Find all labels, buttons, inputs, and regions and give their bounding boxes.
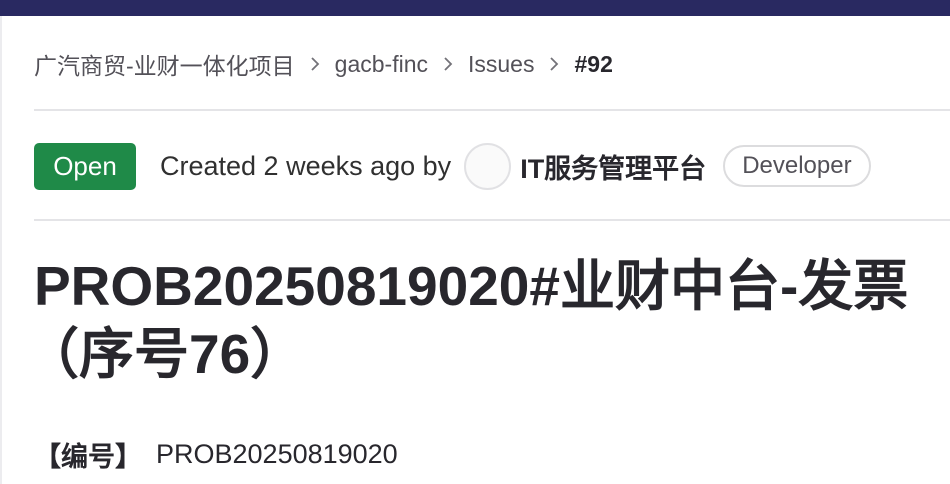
breadcrumb-issues-link[interactable]: Issues [468, 51, 534, 78]
divider [34, 109, 950, 111]
divider [34, 219, 950, 221]
breadcrumb-repo-link[interactable]: gacb-finc [335, 51, 428, 78]
status-badge: Open [34, 142, 136, 190]
top-navigation-bar [0, 0, 950, 16]
breadcrumb-issue-number[interactable]: #92 [574, 51, 612, 78]
left-edge-border [0, 16, 2, 484]
breadcrumb: 广汽商贸-业财一体化项目 gacb-finc Issues #92 [34, 46, 613, 82]
breadcrumb-project-link[interactable]: 广汽商贸-业财一体化项目 [34, 47, 295, 81]
created-text: Created 2 weeks ago by [160, 150, 452, 181]
author-avatar[interactable] [464, 142, 512, 190]
chevron-right-icon [295, 54, 335, 74]
issue-meta: Open Created 2 weeks ago by IT服务管理平台 Dev… [34, 142, 871, 190]
chevron-right-icon [534, 54, 574, 74]
author-link[interactable]: IT服务管理平台 [520, 147, 706, 186]
issue-title: PROB20250819020#业财中台-发票 （序号76） [24, 252, 950, 388]
issue-title-line: PROB20250819020#业财中台-发票 [34, 255, 909, 317]
field-label: 【编号】 [34, 441, 142, 472]
field-value: PROB20250819020 [156, 438, 398, 469]
description-field: 【编号】 PROB20250819020 [34, 432, 398, 476]
issue-title-line: （序号76） [24, 323, 306, 385]
role-badge: Developer [723, 145, 871, 187]
chevron-right-icon [428, 54, 468, 74]
